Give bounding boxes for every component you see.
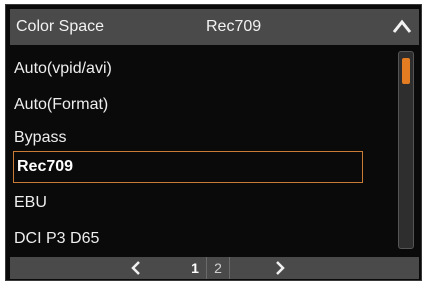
page-2-button[interactable]: 2: [206, 257, 230, 279]
option-rec709[interactable]: Rec709: [13, 151, 363, 183]
option-ebu[interactable]: EBU: [10, 187, 394, 219]
scrollbar[interactable]: [398, 51, 414, 249]
option-auto-vpid-avi[interactable]: Auto(vpid/avi): [10, 53, 394, 85]
dropdown-current-value: Rec709: [206, 18, 262, 35]
page-1-button[interactable]: 1: [184, 257, 206, 279]
pagination-bar: 1 2: [10, 257, 419, 279]
scrollbar-thumb[interactable]: [402, 58, 410, 84]
chevron-left-icon[interactable]: [128, 258, 144, 278]
option-dci-p3-d65[interactable]: DCI P3 D65: [10, 223, 394, 255]
chevron-right-icon[interactable]: [272, 258, 288, 278]
option-auto-format[interactable]: Auto(Format): [10, 89, 394, 121]
option-bypass[interactable]: Bypass: [10, 122, 394, 154]
chevron-up-icon[interactable]: [391, 17, 413, 37]
dropdown-header[interactable]: Color Space Rec709: [10, 9, 419, 45]
dropdown-title: Color Space: [16, 18, 105, 35]
color-space-dropdown: Color Space Rec709 Auto(vpid/avi) Auto(F…: [5, 4, 422, 281]
